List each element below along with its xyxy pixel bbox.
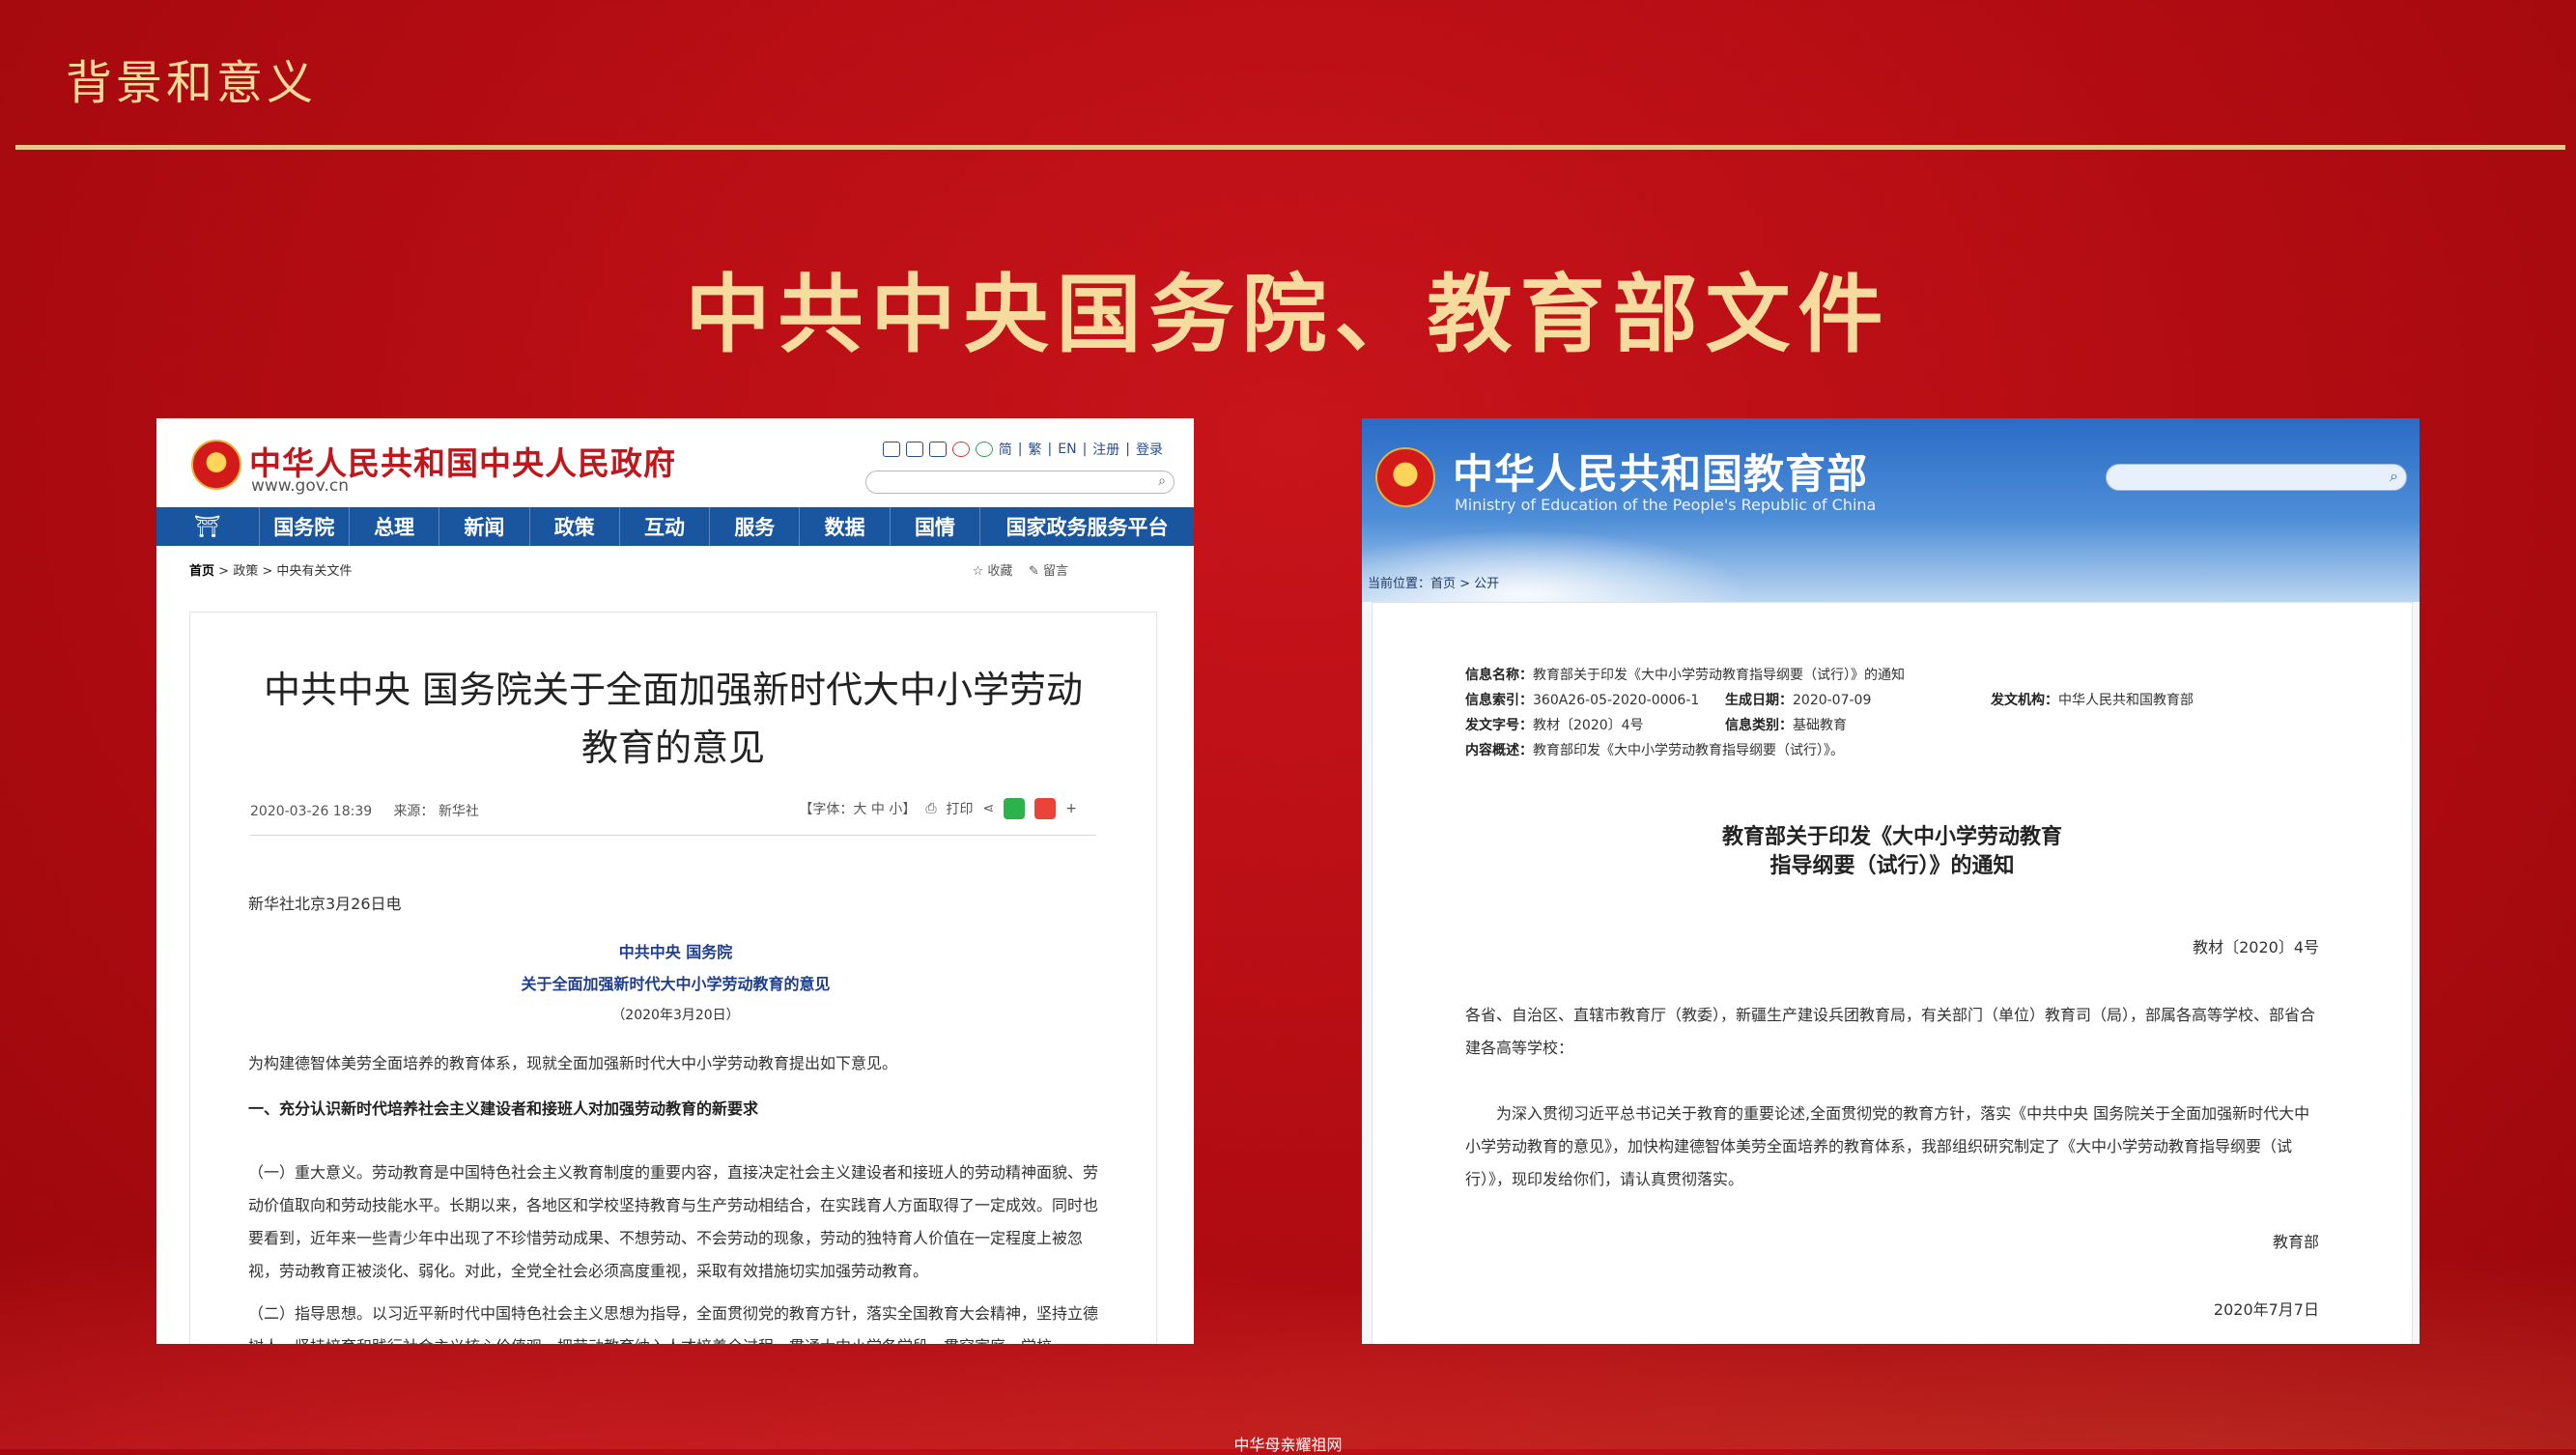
print-link[interactable]: 打印	[947, 799, 974, 818]
section-title: 背景和意义	[66, 56, 318, 110]
star-icon[interactable]: ☆	[973, 564, 984, 579]
moe-banner: 中华人民共和国教育部 Ministry of Education of the …	[1362, 418, 2420, 612]
notice-card: 信息名称：教育部关于印发《大中小学劳动教育指导纲要（试行）》的通知 信息索引：3…	[1372, 602, 2413, 1344]
plus-icon[interactable]: +	[1065, 801, 1077, 816]
info-row-summary: 内容概述：教育部印发《大中小学劳动教育指导纲要（试行）》。	[1465, 743, 1844, 758]
national-emblem-icon	[191, 440, 241, 490]
breadcrumb: 首页 > 政策 > 中央有关文件	[189, 564, 353, 579]
printer-icon[interactable]: ⎙	[925, 801, 936, 816]
addressee: 各省、自治区、直辖市教育厅（教委），新疆生产建设兵团教育局，有关部门（单位）教育…	[1465, 1006, 2316, 1057]
moe-screenshot: 中华人民共和国教育部 Ministry of Education of the …	[1362, 418, 2420, 1344]
mobile-icon[interactable]	[928, 442, 947, 457]
gov-screenshot: 中华人民共和国中央人民政府 www.gov.cn 简 | 繁 | EN | 注册 | 登…	[156, 418, 1194, 1344]
nav-item-interaction[interactable]: 互动	[618, 507, 709, 546]
weibo-icon[interactable]	[951, 442, 970, 457]
comment-link[interactable]: 留言	[1043, 564, 1068, 579]
article-source: 来源： 新华社	[393, 804, 479, 819]
notice-title-line2: 指导纲要（试行）》的通知	[1769, 854, 2015, 878]
national-emblem-icon	[1375, 447, 1435, 507]
gov-search-input[interactable]: ⌕	[865, 471, 1175, 494]
sign-date: 2020年7月7日	[2213, 1300, 2319, 1319]
info-row-category: 信息类别：基础教育	[1725, 718, 1847, 733]
article-title: 中共中央 国务院关于全面加强新时代大中小学劳动教育的意见	[263, 669, 1084, 769]
gov-nav-bar: ⛩ 国务院 总理 新闻 政策 互动 服务 数据 国情 国家政务服务平台	[156, 507, 1194, 546]
doc-number: 教材〔2020〕4号	[2193, 938, 2319, 956]
toplink-traditional[interactable]: 繁	[1029, 440, 1042, 459]
article-card: 中共中央 国务院关于全面加强新时代大中小学劳动教育的意见 2020-03-26 …	[189, 612, 1157, 1344]
info-row-index: 信息索引：360A26-05-2020-0006-1	[1465, 693, 1700, 708]
moe-site-name-en: Ministry of Education of the People's Re…	[1455, 496, 1877, 514]
weibo-share-icon[interactable]	[1034, 798, 1057, 819]
doc-subtitle: 关于全面加强新时代大中小学劳动教育的意见	[521, 975, 831, 993]
toplink-english[interactable]: EN	[1058, 442, 1076, 457]
main-title: 中共中央国务院、教育部文件	[685, 264, 1891, 364]
nav-item-news[interactable]: 新闻	[439, 507, 528, 546]
search-icon[interactable]: ⌕	[1158, 473, 1166, 489]
search-icon[interactable]: ⌕	[2390, 467, 2398, 486]
notice-title: 教育部关于印发《大中小学劳动教育 指导纲要（试行）》的通知	[1373, 823, 2412, 881]
article-meta: 2020-03-26 18:39 来源： 新华社	[250, 801, 479, 820]
nav-item-premier[interactable]: 总理	[348, 507, 439, 546]
article-date: 2020-03-26 18:39	[250, 804, 373, 819]
title-divider	[15, 145, 2565, 150]
nav-item-state-council[interactable]: 国务院	[258, 507, 349, 546]
paragraph-guideline: （二）指导思想。以习近平新时代中国特色社会主义思想为指导，全面贯彻党的教育方针，…	[248, 1304, 1099, 1344]
share-icon[interactable]: ⋖	[983, 801, 995, 816]
article-tools: 【字体：大 中 小】 ⎙ 打印 ⋖ +	[799, 798, 1077, 819]
nav-item-service[interactable]: 服务	[709, 507, 799, 546]
nav-item-data[interactable]: 数据	[799, 507, 889, 546]
dateline: 新华社北京3月26日电	[248, 895, 402, 913]
breadcrumb-home[interactable]: 首页	[189, 564, 214, 579]
issuer: 中共中央 国务院	[618, 943, 733, 961]
info-row-name: 信息名称：教育部关于印发《大中小学劳动教育指导纲要（试行）》的通知	[1465, 668, 1905, 683]
gov-site-url: www.gov.cn	[251, 476, 350, 496]
nav-item-service-platform[interactable]: 国家政务服务平台	[979, 507, 1194, 546]
info-row-issuer: 发文机构：中华人民共和国教育部	[1991, 693, 2194, 708]
page-actions: ☆ 收藏 ✎ 留言	[973, 560, 1068, 579]
toplink-simplified[interactable]: 简	[999, 440, 1012, 459]
breadcrumb-central-docs[interactable]: 中央有关文件	[276, 564, 352, 579]
favorite-link[interactable]: 收藏	[987, 564, 1012, 579]
footer-caption: 中华母亲耀祖网	[1233, 1436, 1343, 1454]
meta-divider	[250, 835, 1096, 836]
nav-item-policy[interactable]: 政策	[528, 507, 619, 546]
notice-body: 为深入贯彻习近平总书记关于教育的重要论述,全面贯彻党的教育方针，落实《中共中央 …	[1465, 1104, 2310, 1188]
toplink-login[interactable]: 登录	[1136, 440, 1163, 459]
gov-header: 中华人民共和国中央人民政府 www.gov.cn 简 | 繁 | EN | 注册 | 登…	[156, 418, 1194, 507]
nav-item-national-info[interactable]: 国情	[889, 507, 979, 546]
toplink-register[interactable]: 注册	[1092, 440, 1119, 459]
breadcrumb-policy[interactable]: 政策	[233, 564, 258, 579]
signature: 教育部	[2272, 1233, 2319, 1251]
moe-search-input[interactable]: ⌕	[2106, 464, 2407, 491]
chat-icon[interactable]	[905, 442, 923, 457]
wechat-icon[interactable]	[975, 442, 993, 457]
font-size-switch[interactable]: 【字体：大 中 小】	[799, 799, 916, 818]
cloud-decoration	[1362, 525, 1768, 612]
doc-date: （2020年3月20日）	[611, 1008, 740, 1023]
moe-site-name: 中华人民共和国教育部	[1453, 450, 1869, 498]
info-row-created: 生成日期：2020-07-09	[1725, 693, 1872, 708]
paragraph-significance: （一）重大意义。劳动教育是中国特色社会主义教育制度的重要内容，直接决定社会主义建…	[248, 1163, 1099, 1280]
tiananmen-home-icon[interactable]: ⛩	[156, 507, 259, 546]
wechat-share-icon[interactable]	[1004, 798, 1026, 819]
moe-breadcrumb: 当前位置：首页 > 公开	[1368, 577, 1500, 591]
section-heading: 一、充分认识新时代培养社会主义建设者和接班人对加强劳动教育的新要求	[248, 1099, 759, 1118]
gov-toplinks: 简 | 繁 | EN | 注册 | 登录	[882, 440, 1163, 459]
intro-paragraph: 为构建德智体美劳全面培养的教育体系，现就全面加强新时代大中小学劳动教育提出如下意…	[248, 1054, 898, 1072]
info-row-doc-number: 发文字号：教材〔2020〕4号	[1465, 718, 1644, 733]
notice-title-line1: 教育部关于印发《大中小学劳动教育	[1721, 825, 2062, 849]
pencil-icon[interactable]: ✎	[1029, 564, 1039, 579]
mail-icon[interactable]	[882, 442, 900, 457]
